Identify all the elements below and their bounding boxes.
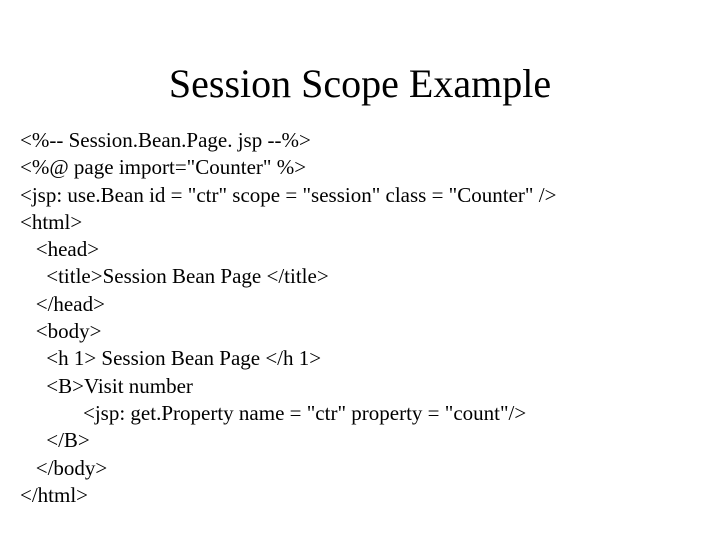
code-line: <%-- Session.Bean.Page. jsp --%>: [20, 128, 311, 152]
code-line: <%@ page import="Counter" %>: [20, 155, 306, 179]
code-line: <head>: [20, 237, 99, 261]
code-line: <html>: [20, 210, 82, 234]
code-line: </head>: [20, 292, 105, 316]
code-line: </body>: [20, 456, 107, 480]
code-line: <body>: [20, 319, 101, 343]
code-line: <h 1> Session Bean Page </h 1>: [20, 346, 321, 370]
slide: Session Scope Example <%-- Session.Bean.…: [0, 0, 720, 540]
code-example: <%-- Session.Bean.Page. jsp --%> <%@ pag…: [20, 127, 700, 509]
code-line: <title>Session Bean Page </title>: [20, 264, 329, 288]
code-line: <jsp: get.Property name = "ctr" property…: [20, 401, 526, 425]
code-line: <jsp: use.Bean id = "ctr" scope = "sessi…: [20, 183, 556, 207]
code-line: </B>: [20, 428, 90, 452]
code-line: <B>Visit number: [20, 374, 193, 398]
code-line: </html>: [20, 483, 88, 507]
slide-title: Session Scope Example: [20, 60, 700, 107]
